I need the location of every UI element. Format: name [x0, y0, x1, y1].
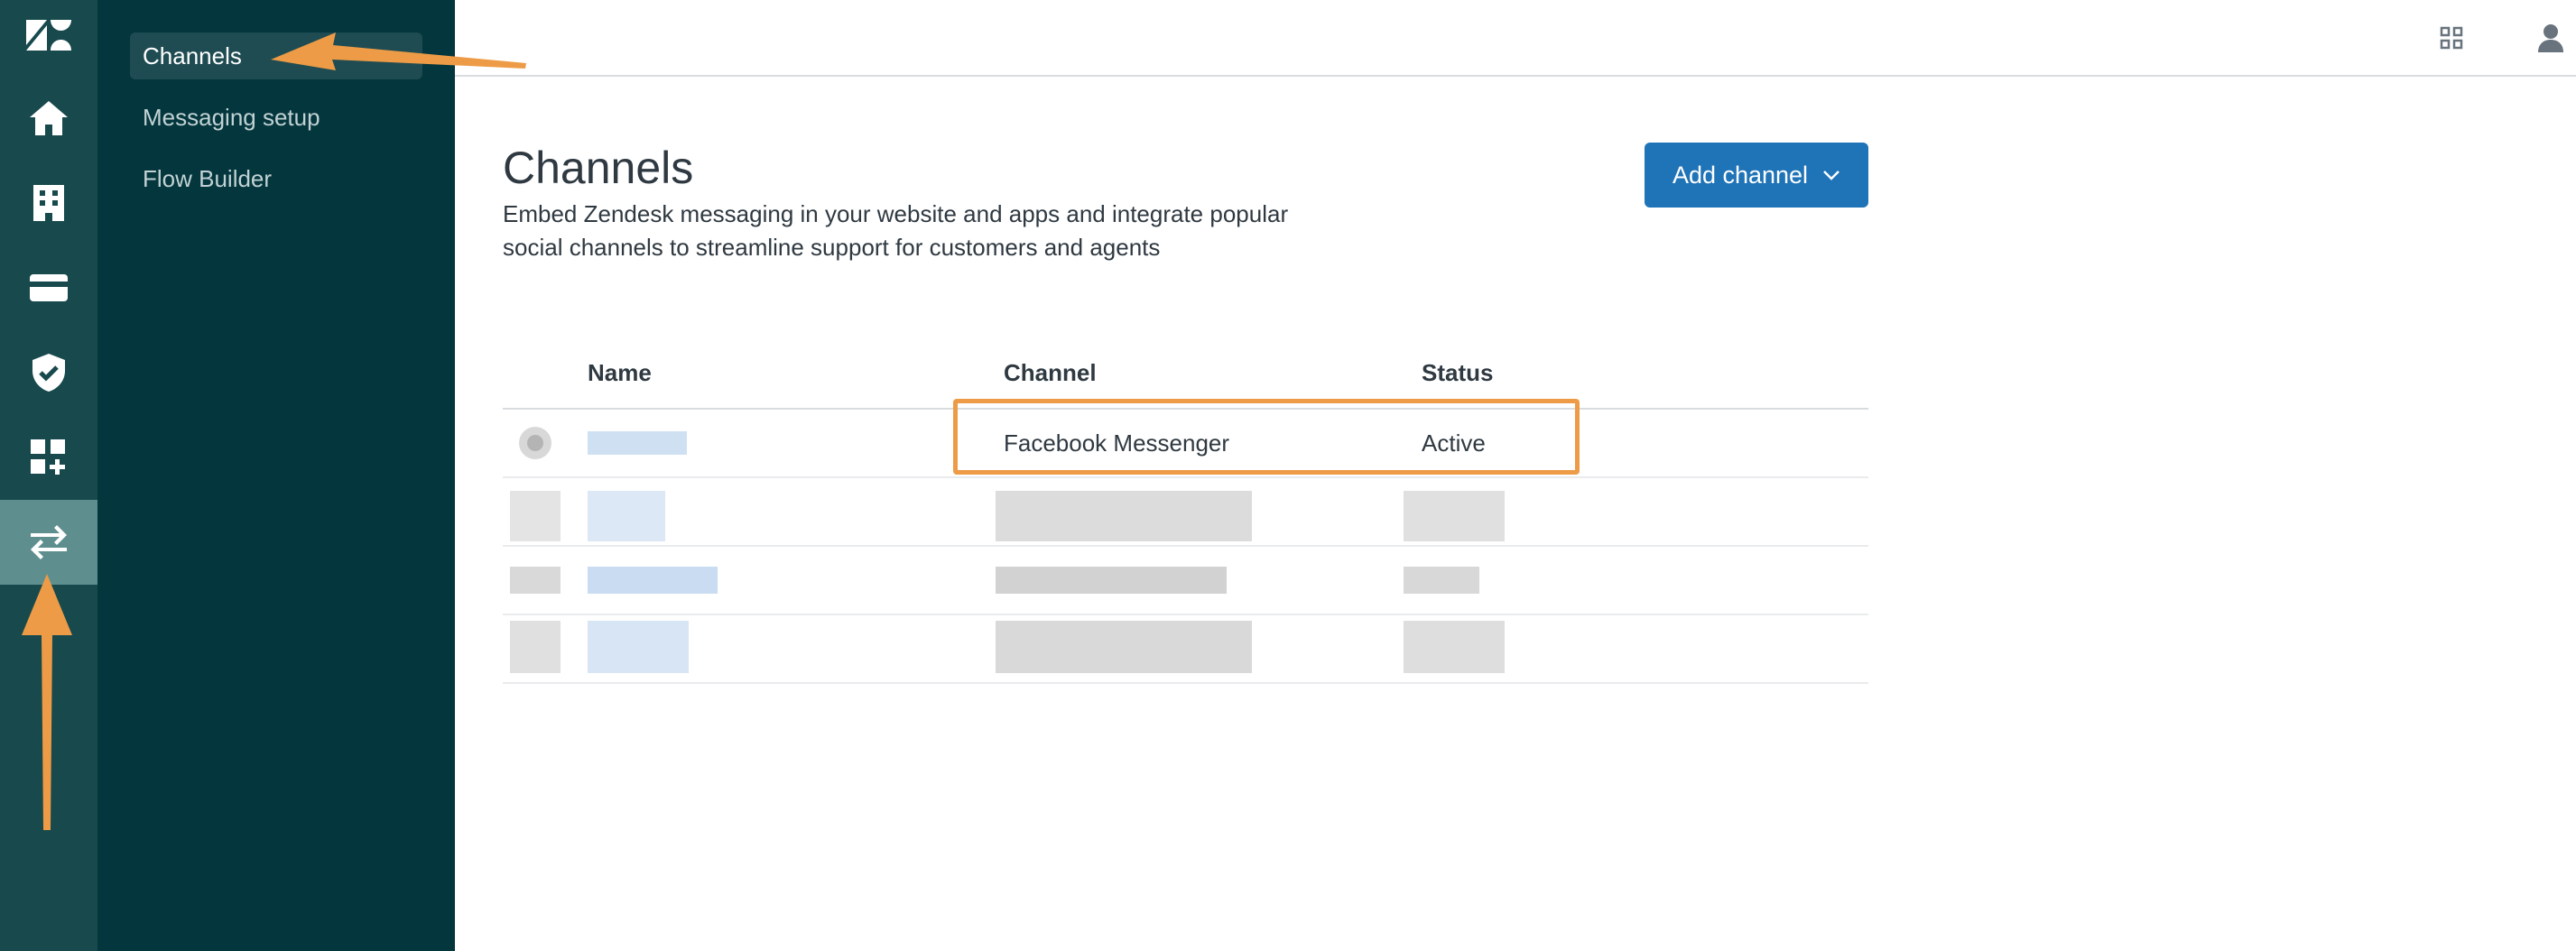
annotation-arrow-channels: [271, 32, 526, 70]
annotation-arrows: [22, 32, 526, 830]
annotation-arrow-rail: [22, 574, 72, 830]
